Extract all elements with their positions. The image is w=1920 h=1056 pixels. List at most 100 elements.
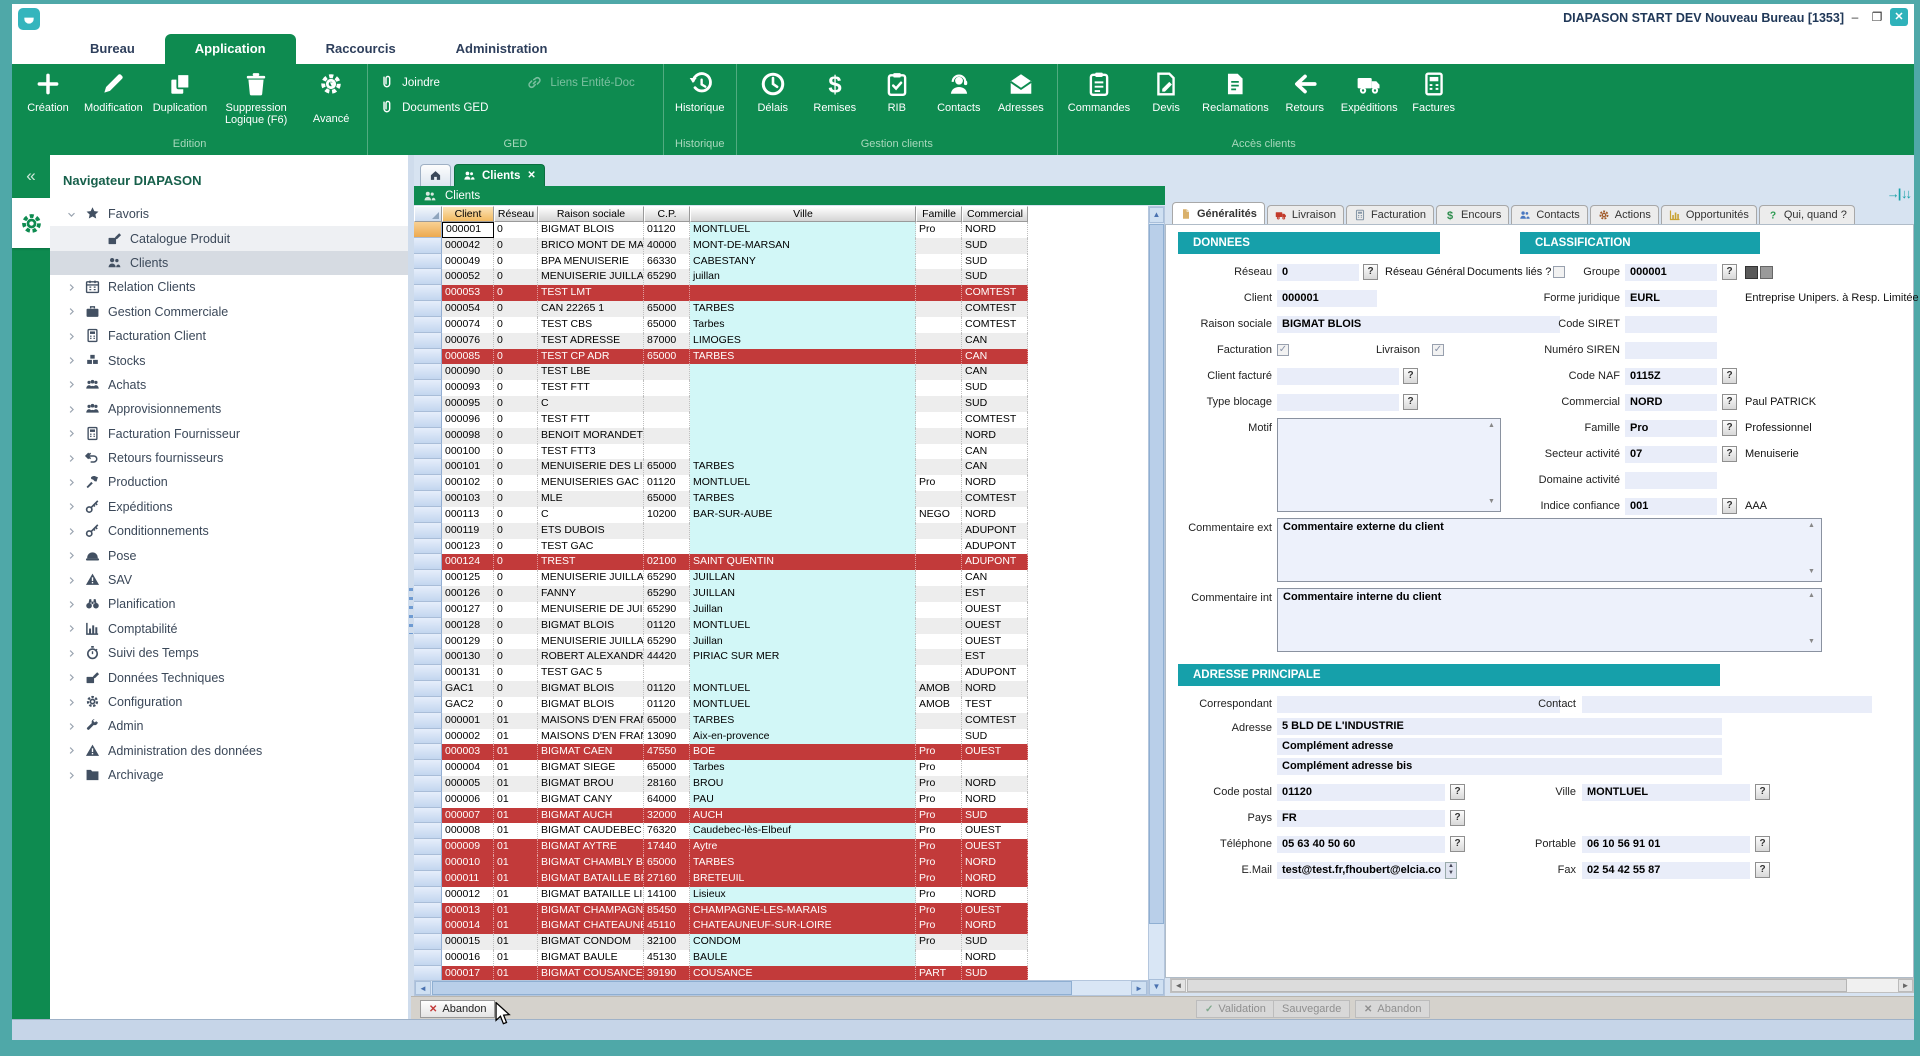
cell-famille[interactable] bbox=[916, 428, 962, 444]
cell-famille[interactable] bbox=[916, 269, 962, 285]
table-row[interactable]: 0001270MENUISERIE DE JUILLAN65290Juillan… bbox=[414, 602, 1148, 618]
table-row[interactable]: 00000801BIGMAT CAUDEBEC76320Caudebec-lès… bbox=[414, 823, 1148, 839]
cell-client[interactable]: 000076 bbox=[442, 333, 494, 349]
table-row[interactable]: 00000101MAISONS D'EN FRANCE65000TARBESCO… bbox=[414, 713, 1148, 729]
type-blocage-help-button[interactable]: ? bbox=[1403, 394, 1418, 410]
cell-commercial[interactable]: OUEST bbox=[962, 839, 1028, 855]
cell-reseau[interactable]: 0 bbox=[494, 665, 538, 681]
cell-cp[interactable]: 28160 bbox=[644, 776, 690, 792]
sidebar-collapse-button[interactable]: « bbox=[12, 160, 50, 194]
sidebar-item-relation-clients[interactable]: Relation Clients bbox=[50, 275, 408, 299]
abandon-disabled-button[interactable]: ✕ Abandon bbox=[1355, 1000, 1430, 1018]
cell-client[interactable]: 000130 bbox=[442, 649, 494, 665]
cell-famille[interactable]: AMOB bbox=[916, 697, 962, 713]
detail-tab-livraison[interactable]: Livraison bbox=[1267, 205, 1344, 224]
cell-raison-sociale[interactable]: MAISONS D'EN FRANCE bbox=[538, 713, 644, 729]
color-swatch[interactable] bbox=[1760, 266, 1773, 279]
client-facture-input[interactable] bbox=[1277, 368, 1399, 385]
cell-ville[interactable]: LIMOGES bbox=[690, 333, 916, 349]
sidebar-item-données-techniques[interactable]: Données Techniques bbox=[50, 665, 408, 689]
cell-commercial[interactable]: SUD bbox=[962, 808, 1028, 824]
cell-raison-sociale[interactable]: CAN 22265 1 bbox=[538, 301, 644, 317]
cell-cp[interactable] bbox=[644, 396, 690, 412]
cell-raison-sociale[interactable]: BIGMAT BATAILLE BRET bbox=[538, 871, 644, 887]
cell-reseau[interactable]: 0 bbox=[494, 491, 538, 507]
cell-cp[interactable]: 17440 bbox=[644, 839, 690, 855]
detail-tab-encours[interactable]: Encours bbox=[1436, 205, 1509, 224]
cell-reseau[interactable]: 01 bbox=[494, 903, 538, 919]
cell-reseau[interactable]: 01 bbox=[494, 887, 538, 903]
cell-reseau[interactable]: 01 bbox=[494, 871, 538, 887]
row-selector[interactable] bbox=[414, 697, 442, 713]
cell-reseau[interactable]: 0 bbox=[494, 570, 538, 586]
cell-commercial[interactable]: OUEST bbox=[962, 903, 1028, 919]
table-row[interactable]: 0000540CAN 22265 165000TARBESCOMTEST bbox=[414, 301, 1148, 317]
sidebar-item-expéditions[interactable]: Expéditions bbox=[50, 495, 408, 519]
cell-raison-sociale[interactable]: ETS DUBOIS bbox=[538, 523, 644, 539]
cell-raison-sociale[interactable]: BIGMAT BATAILLE LISIE bbox=[538, 887, 644, 903]
sidebar-item-clients[interactable]: Clients bbox=[50, 251, 408, 275]
cell-famille[interactable] bbox=[916, 950, 962, 966]
cell-commercial[interactable]: COMTEST bbox=[962, 412, 1028, 428]
scroll-down-icon[interactable]: ▼ bbox=[1808, 568, 1815, 575]
cell-cp[interactable]: 64000 bbox=[644, 792, 690, 808]
cell-commercial[interactable]: COMTEST bbox=[962, 491, 1028, 507]
row-selector[interactable] bbox=[414, 301, 442, 317]
table-row[interactable]: 0001030MLE65000TARBESCOMTEST bbox=[414, 491, 1148, 507]
cell-client[interactable]: 000113 bbox=[442, 507, 494, 523]
classification-input-famille[interactable]: Pro bbox=[1625, 420, 1717, 437]
classification-input-numéro-siren[interactable] bbox=[1625, 342, 1717, 359]
row-selector[interactable] bbox=[414, 333, 442, 349]
client-facture-help-button[interactable]: ? bbox=[1403, 368, 1418, 384]
row-selector[interactable] bbox=[414, 744, 442, 760]
sidebar-item-facturation-fournisseur[interactable]: Facturation Fournisseur bbox=[50, 422, 408, 446]
ville-input[interactable]: MONTLUEL bbox=[1582, 784, 1750, 801]
sidebar-item-approvisionnements[interactable]: Approvisionnements bbox=[50, 397, 408, 421]
cell-cp[interactable]: 01120 bbox=[644, 681, 690, 697]
sidebar-item-stocks[interactable]: Stocks bbox=[50, 348, 408, 372]
sidebar-item-administration-des-données[interactable]: Administration des données bbox=[50, 739, 408, 763]
row-selector[interactable] bbox=[414, 491, 442, 507]
cell-raison-sociale[interactable]: TEST LMT bbox=[538, 285, 644, 301]
cell-ville[interactable]: JUILLAN bbox=[690, 586, 916, 602]
cell-ville[interactable] bbox=[690, 665, 916, 681]
cell-commercial[interactable]: COMTEST bbox=[962, 713, 1028, 729]
cell-commercial[interactable]: CAN bbox=[962, 459, 1028, 475]
cell-raison-sociale[interactable]: MENUISERIES GAC bbox=[538, 475, 644, 491]
cell-famille[interactable] bbox=[916, 333, 962, 349]
cell-raison-sociale[interactable]: BIGMAT CHATEAUNEUF bbox=[538, 918, 644, 934]
row-selector[interactable] bbox=[414, 364, 442, 380]
table-row[interactable]: 0000760TEST ADRESSE87000LIMOGESCAN bbox=[414, 333, 1148, 349]
row-selector[interactable] bbox=[414, 681, 442, 697]
cell-raison-sociale[interactable]: MENUISERIE DE JUILLAN bbox=[538, 602, 644, 618]
table-row[interactable]: 00000601BIGMAT CANY64000PAUProNORD bbox=[414, 792, 1148, 808]
panel-horizontal-scrollbar[interactable]: ◄ ► bbox=[1170, 978, 1914, 993]
cell-ville[interactable]: Tarbes bbox=[690, 317, 916, 333]
cell-ville[interactable]: AUCH bbox=[690, 808, 916, 824]
cell-client[interactable]: GAC2 bbox=[442, 697, 494, 713]
cell-cp[interactable]: 27160 bbox=[644, 871, 690, 887]
table-row[interactable]: 00000201MAISONS D'EN FRANCE13090Aix-en-p… bbox=[414, 729, 1148, 745]
table-row[interactable]: 00001601BIGMAT BAULE45130BAULENORD bbox=[414, 950, 1148, 966]
cell-client[interactable]: 000008 bbox=[442, 823, 494, 839]
row-selector[interactable] bbox=[414, 918, 442, 934]
row-selector[interactable] bbox=[414, 634, 442, 650]
classification-input-code-siret[interactable] bbox=[1625, 316, 1717, 333]
classification-input-code-naf[interactable]: 0115Z bbox=[1625, 368, 1717, 385]
table-row[interactable]: 0001280BIGMAT BLOIS01120MONTLUELOUEST bbox=[414, 618, 1148, 634]
cell-cp[interactable]: 01120 bbox=[644, 697, 690, 713]
sidebar-item-sav[interactable]: SAV bbox=[50, 568, 408, 592]
cell-cp[interactable]: 65000 bbox=[644, 349, 690, 365]
cell-client[interactable]: 000049 bbox=[442, 254, 494, 270]
cell-cp[interactable]: 01120 bbox=[644, 618, 690, 634]
scroll-down-icon[interactable]: ▼ bbox=[1808, 638, 1815, 645]
sidebar-item-planification[interactable]: Planification bbox=[50, 592, 408, 616]
cell-reseau[interactable]: 0 bbox=[494, 459, 538, 475]
cell-commercial[interactable] bbox=[962, 760, 1028, 776]
cell-reseau[interactable]: 0 bbox=[494, 507, 538, 523]
table-row[interactable]: 00001401BIGMAT CHATEAUNEUF45110CHATEAUNE… bbox=[414, 918, 1148, 934]
cell-reseau[interactable]: 01 bbox=[494, 713, 538, 729]
row-selector[interactable] bbox=[414, 665, 442, 681]
cell-cp[interactable]: 45130 bbox=[644, 950, 690, 966]
cell-ville[interactable]: Juillan bbox=[690, 634, 916, 650]
